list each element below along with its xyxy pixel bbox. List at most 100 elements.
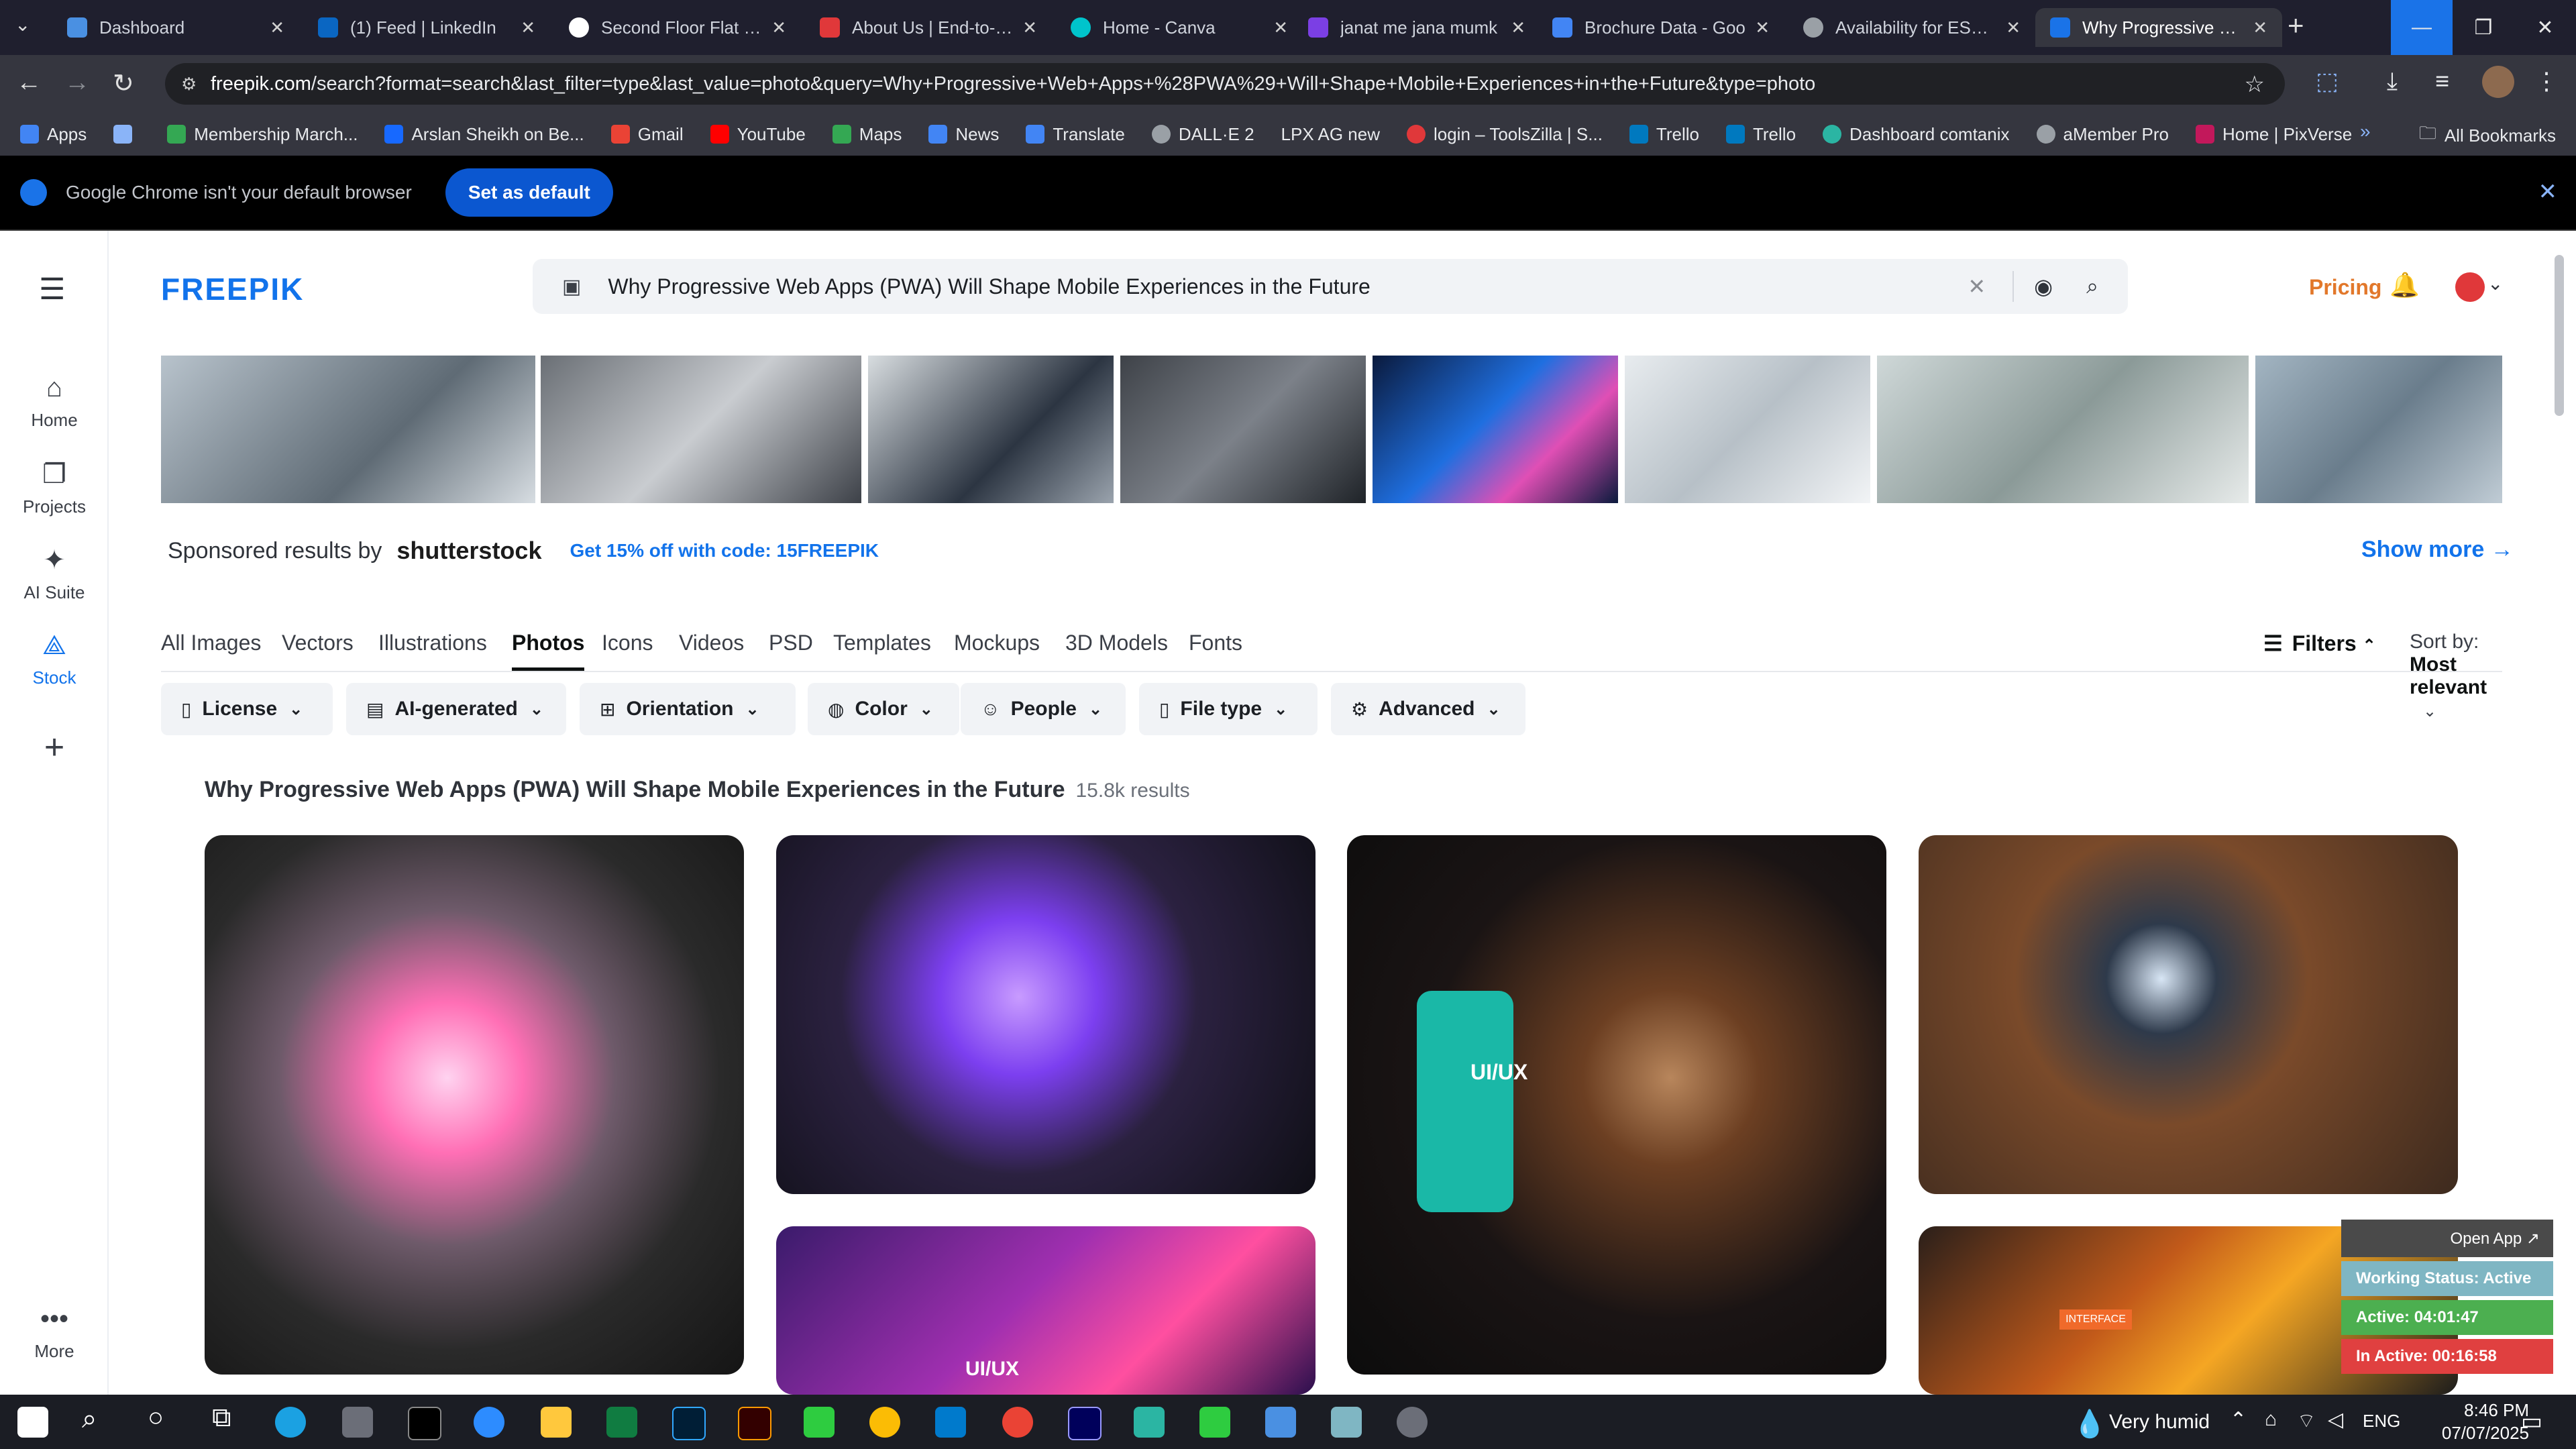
tab-psd[interactable]: PSD bbox=[769, 631, 813, 655]
task-view-icon[interactable]: ⧉ bbox=[212, 1403, 231, 1433]
chrome-icon[interactable] bbox=[869, 1407, 900, 1438]
tab-dashboard[interactable]: Dashboard ✕ bbox=[52, 8, 299, 47]
result-card[interactable] bbox=[205, 835, 744, 1375]
bookmark-gmail[interactable]: Gmail bbox=[610, 124, 684, 145]
bookmark-lpx[interactable]: LPX AG new bbox=[1281, 124, 1380, 145]
sort-dropdown[interactable]: Sort by: Most relevant ⌄ bbox=[2410, 631, 2502, 722]
tab-icons[interactable]: Icons bbox=[602, 631, 653, 655]
media-control-icon[interactable]: ≡ bbox=[2435, 67, 2449, 95]
pricing-link[interactable]: Pricing bbox=[2309, 275, 2381, 300]
hamburger-menu-icon[interactable]: ☰ bbox=[39, 272, 65, 307]
network-icon[interactable]: ⌂ bbox=[2265, 1408, 2277, 1431]
sponsored-image[interactable] bbox=[161, 356, 535, 503]
license-filter[interactable]: ▯ License ⌄ bbox=[161, 683, 333, 735]
tab-fonts[interactable]: Fonts bbox=[1189, 631, 1242, 655]
calculator-icon[interactable] bbox=[1265, 1407, 1296, 1438]
vscode-icon[interactable] bbox=[935, 1407, 966, 1438]
nav-add[interactable]: + bbox=[0, 727, 109, 774]
restore-icon[interactable]: ❐ bbox=[2453, 0, 2514, 55]
sponsored-image[interactable] bbox=[1373, 356, 1618, 503]
search-icon[interactable]: ⌕ bbox=[82, 1404, 97, 1434]
app-icon[interactable] bbox=[1134, 1407, 1165, 1438]
tab-linkedin[interactable]: (1) Feed | LinkedIn ✕ bbox=[303, 8, 550, 47]
edge-icon[interactable] bbox=[275, 1407, 306, 1438]
set-as-default-button[interactable]: Set as default bbox=[445, 168, 613, 217]
reload-icon[interactable]: ↻ bbox=[113, 68, 134, 99]
nav-stock[interactable]: ⟁ Stock bbox=[0, 631, 109, 688]
site-info-icon[interactable]: ⚙ bbox=[181, 74, 197, 95]
clear-search-icon[interactable]: ✕ bbox=[1968, 274, 1986, 299]
nav-projects[interactable]: ❐ Projects bbox=[0, 459, 109, 517]
app-icon[interactable] bbox=[1331, 1407, 1362, 1438]
whatsapp-icon[interactable] bbox=[804, 1407, 835, 1438]
bookmark-star-icon[interactable]: ☆ bbox=[2245, 71, 2265, 98]
back-arrow-icon[interactable]: ← bbox=[16, 68, 42, 97]
close-icon[interactable]: ✕ bbox=[1022, 17, 1037, 38]
user-avatar[interactable] bbox=[2455, 272, 2485, 302]
all-bookmarks-button[interactable]: 🗀 All Bookmarks bbox=[2419, 121, 2556, 150]
tab-videos[interactable]: Videos bbox=[679, 631, 744, 655]
forward-arrow-icon[interactable]: → bbox=[64, 68, 90, 97]
wifi-icon[interactable]: ⌔ bbox=[2297, 1408, 2316, 1434]
bookmark-membership[interactable]: Membership March... bbox=[167, 124, 358, 145]
tab-brochure[interactable]: Brochure Data - Goo ✕ bbox=[1538, 8, 1784, 47]
notification-center-icon[interactable]: ▭ bbox=[2521, 1408, 2542, 1435]
bookmark-behance[interactable]: Arslan Sheikh on Be... bbox=[384, 124, 584, 145]
file-type-filter[interactable]: ▯ File type ⌄ bbox=[1139, 683, 1318, 735]
camera-search-icon[interactable]: ◉ bbox=[2034, 274, 2053, 299]
bookmark-translate[interactable]: Translate bbox=[1026, 124, 1125, 145]
open-app-button[interactable]: Open App ↗ bbox=[2341, 1220, 2553, 1257]
whatsapp-icon[interactable] bbox=[1199, 1407, 1230, 1438]
promo-link[interactable]: Get 15% off with code: 15FREEPIK bbox=[570, 540, 879, 561]
tab-janat[interactable]: janat me jana mumk ✕ bbox=[1293, 8, 1540, 47]
bookmark-trello-1[interactable]: Trello bbox=[1629, 124, 1699, 145]
close-icon[interactable]: ✕ bbox=[1755, 17, 1770, 38]
search-bar[interactable]: ▣ Why Progressive Web Apps (PWA) Will Sh… bbox=[533, 259, 2128, 314]
tab-vectors[interactable]: Vectors bbox=[282, 631, 354, 655]
close-icon[interactable]: ✕ bbox=[521, 17, 535, 38]
bookmark-dalle[interactable]: DALL·E 2 bbox=[1151, 124, 1254, 145]
chevron-down-icon[interactable]: ⌄ bbox=[2487, 272, 2503, 294]
bookmark-trello-2[interactable]: Trello bbox=[1725, 124, 1796, 145]
close-icon[interactable]: ✕ bbox=[270, 17, 284, 38]
close-icon[interactable]: ✕ bbox=[2253, 17, 2267, 38]
notification-bell-icon[interactable]: 🔔 bbox=[2390, 271, 2420, 299]
omnibox[interactable]: ⚙ freepik.com/search?format=search&last_… bbox=[165, 63, 2285, 105]
infobar-close-icon[interactable]: ✕ bbox=[2538, 178, 2558, 205]
shutterstock-logo[interactable]: shutterstock bbox=[396, 537, 541, 565]
chrome-active-icon[interactable] bbox=[1002, 1407, 1033, 1438]
bookmark-apps[interactable]: Apps bbox=[20, 124, 87, 145]
file-explorer-icon[interactable] bbox=[541, 1407, 572, 1438]
result-card[interactable]: UI/UX bbox=[776, 1226, 1316, 1395]
profile-avatar[interactable] bbox=[2482, 66, 2514, 98]
search-input[interactable]: Why Progressive Web Apps (PWA) Will Shap… bbox=[608, 274, 1968, 299]
people-filter[interactable]: ☺ People ⌄ bbox=[961, 683, 1126, 735]
sponsored-image[interactable] bbox=[541, 356, 861, 503]
tab-templates[interactable]: Templates bbox=[833, 631, 931, 655]
volume-icon[interactable]: ◁ bbox=[2328, 1408, 2343, 1432]
chrome-menu-icon[interactable]: ⋮ bbox=[2534, 67, 2559, 95]
premiere-icon[interactable] bbox=[1068, 1407, 1102, 1440]
tab-illustrations[interactable]: Illustrations bbox=[378, 631, 487, 655]
orientation-filter[interactable]: ⊞ Orientation ⌄ bbox=[580, 683, 796, 735]
nav-more[interactable]: ••• More bbox=[0, 1304, 109, 1362]
sponsored-image[interactable] bbox=[1625, 356, 1870, 503]
media-player-icon[interactable] bbox=[1397, 1407, 1428, 1438]
advanced-filter[interactable]: ⚙ Advanced ⌄ bbox=[1331, 683, 1525, 735]
download-icon[interactable]: ⤓ bbox=[2387, 67, 2398, 96]
tab-photos[interactable]: Photos bbox=[512, 631, 585, 671]
tray-chevron-icon[interactable]: ⌃ bbox=[2230, 1408, 2247, 1432]
pen-tool-icon[interactable] bbox=[342, 1407, 373, 1438]
window-close-icon[interactable]: ✕ bbox=[2514, 0, 2576, 55]
bookmark-youtube[interactable]: YouTube bbox=[710, 124, 806, 145]
tab-availability[interactable]: Availability for EST sh ✕ bbox=[1788, 8, 2035, 47]
tab-second-floor[interactable]: Second Floor Flat For ✕ bbox=[554, 8, 801, 47]
color-filter[interactable]: ◍ Color ⌄ bbox=[808, 683, 959, 735]
tab-mockups[interactable]: Mockups bbox=[954, 631, 1040, 655]
excel-icon[interactable] bbox=[606, 1407, 637, 1438]
bookmark-amember[interactable]: aMember Pro bbox=[2036, 124, 2169, 145]
result-card[interactable] bbox=[1919, 835, 2458, 1194]
language-indicator[interactable]: ENG bbox=[2363, 1411, 2400, 1432]
sponsored-image[interactable] bbox=[2255, 356, 2502, 503]
photoshop-icon[interactable] bbox=[672, 1407, 706, 1440]
